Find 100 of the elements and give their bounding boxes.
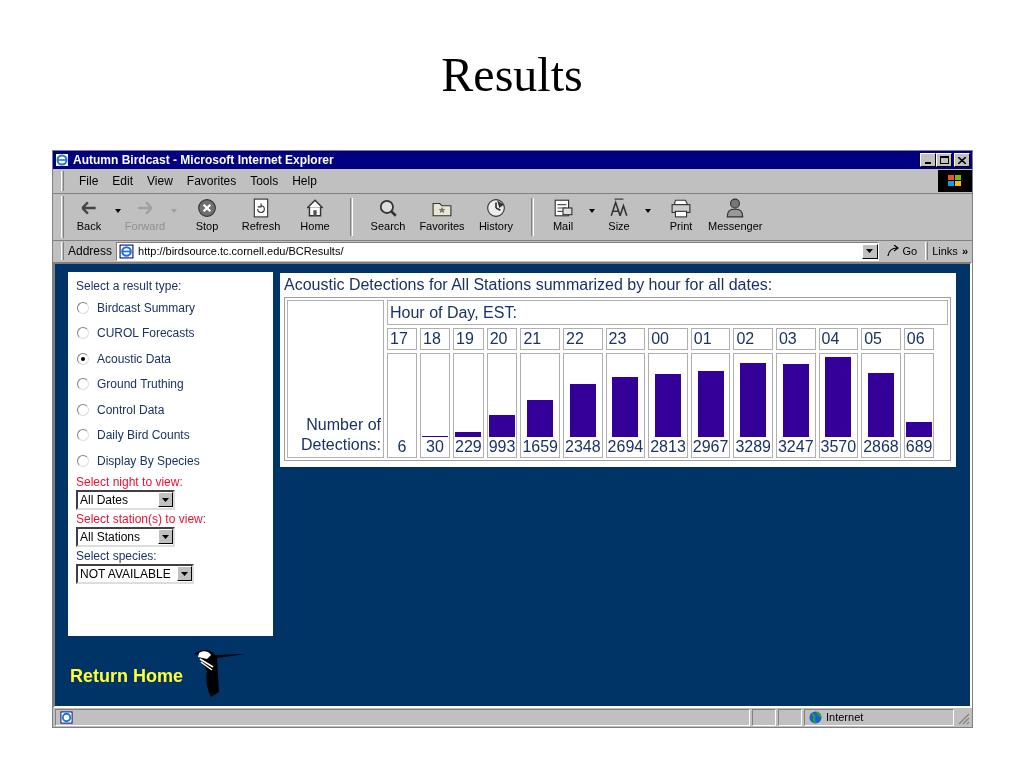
printer-icon xyxy=(671,198,691,219)
table-header: 02 xyxy=(733,328,773,351)
table-header: 17 xyxy=(387,328,417,351)
menu-item[interactable]: View xyxy=(140,171,180,190)
table-header: 04 xyxy=(818,328,859,351)
dropdown-field[interactable]: All Stations xyxy=(76,526,175,547)
radio-button[interactable] xyxy=(77,327,89,340)
favorites-button[interactable]: Favorites xyxy=(415,194,469,239)
minimize-button[interactable] xyxy=(920,153,936,167)
windows-logo-icon xyxy=(938,169,972,192)
count-label: 993 xyxy=(488,437,516,458)
count-label: 1659 xyxy=(522,437,558,458)
radio-button[interactable] xyxy=(77,378,89,391)
bar xyxy=(455,432,482,438)
count-label: 2813 xyxy=(650,437,686,458)
bar xyxy=(612,377,639,438)
table-header: Hour of Day, EST: xyxy=(390,302,517,323)
links-button[interactable]: Links » xyxy=(932,241,972,261)
size-button[interactable]: Size xyxy=(598,194,654,239)
caret-icon[interactable] xyxy=(115,208,121,213)
browser-icon xyxy=(55,153,69,167)
option-label[interactable]: Control Data xyxy=(97,400,165,419)
table-header: 05 xyxy=(861,328,901,351)
address-field[interactable]: http://birdsource.tc.cornell.edu/BCResults/ xyxy=(116,241,879,261)
refresh-button[interactable]: Refresh xyxy=(234,194,288,239)
sidebar-heading: Select a result type: xyxy=(76,278,183,296)
option-label[interactable]: Daily Bird Counts xyxy=(97,426,190,445)
search-icon xyxy=(378,198,398,219)
count-label: 30 xyxy=(426,437,444,458)
bar xyxy=(569,384,596,438)
option-label[interactable]: Birdcast Summary xyxy=(97,298,196,317)
count-label: 229 xyxy=(455,437,482,458)
option-label[interactable]: CUROL Forecasts xyxy=(97,324,195,343)
count-label: 689 xyxy=(905,437,933,458)
option-label[interactable]: Display By Species xyxy=(97,451,200,470)
table-header: 22 xyxy=(563,328,603,351)
table-header: 01 xyxy=(690,328,731,351)
table-header: 06 xyxy=(903,328,935,351)
arrow-icon xyxy=(886,245,901,258)
radio-button[interactable] xyxy=(77,301,89,314)
stop-icon xyxy=(197,198,217,219)
menu-item[interactable]: Tools xyxy=(243,171,286,190)
table-header: 23 xyxy=(605,328,646,351)
caret-icon[interactable] xyxy=(589,208,595,213)
stop-button[interactable]: Stop xyxy=(180,194,234,239)
globe-icon xyxy=(809,711,822,725)
select-label: Select night to view: xyxy=(76,474,184,490)
menu-item[interactable]: File xyxy=(72,171,106,190)
search-button[interactable]: Search xyxy=(361,194,415,239)
bar xyxy=(527,400,554,438)
close-button[interactable] xyxy=(954,153,970,167)
slide-title: Results xyxy=(441,51,583,99)
page-icon xyxy=(119,243,135,259)
person-icon xyxy=(725,198,746,219)
table-header: 19 xyxy=(453,328,484,351)
bar xyxy=(697,371,724,438)
dropdown-field[interactable]: NOT AVAILABLE xyxy=(76,563,194,584)
refresh-icon xyxy=(251,198,271,219)
home-button[interactable]: Home xyxy=(288,194,342,239)
maximize-button[interactable] xyxy=(936,153,952,167)
back-button[interactable]: Back xyxy=(68,194,124,239)
mail-button[interactable]: Mail xyxy=(542,194,598,239)
home-icon xyxy=(305,198,325,219)
window-title: Autumn Birdcast - Microsoft Internet Explorer xyxy=(73,152,335,169)
table-header: 20 xyxy=(486,328,518,351)
menu-item[interactable]: Edit xyxy=(105,171,141,190)
page-icon xyxy=(60,711,73,725)
radio-button[interactable] xyxy=(77,429,89,442)
count-label: 3289 xyxy=(735,437,771,458)
chart-title: Acoustic Detections for All Stations summarized by hour for all dates: xyxy=(284,275,774,296)
count-label: 3570 xyxy=(820,437,857,458)
count-label: 2967 xyxy=(692,437,729,458)
radio-button[interactable] xyxy=(77,403,89,416)
table-header: 21 xyxy=(520,328,560,351)
count-label: 2348 xyxy=(565,437,601,458)
menu-item[interactable]: Favorites xyxy=(179,171,244,190)
go-button[interactable]: Go xyxy=(882,241,922,261)
return-home-link[interactable]: Return Home xyxy=(70,662,183,690)
dropdown-field[interactable]: All Dates xyxy=(76,489,175,510)
table-header: 03 xyxy=(775,328,816,351)
option-label[interactable]: Ground Truthing xyxy=(97,375,184,394)
radio-button[interactable] xyxy=(77,352,89,365)
count-label: 6 xyxy=(397,437,407,458)
table-header: 18 xyxy=(420,328,450,351)
address-label: Address xyxy=(68,243,113,261)
count-label: 2694 xyxy=(607,437,644,458)
caret-icon[interactable] xyxy=(645,208,651,213)
select-label: Select station(s) to view: xyxy=(76,511,208,527)
radio-button[interactable] xyxy=(77,454,89,467)
history-button[interactable]: History xyxy=(469,194,523,239)
messenger-button[interactable]: Messenger xyxy=(708,194,763,239)
row-label: Number of Detections: xyxy=(299,415,381,456)
print-button[interactable]: Print xyxy=(654,194,708,239)
count-label: 2868 xyxy=(863,437,899,458)
mail-icon xyxy=(553,198,573,219)
close-icon xyxy=(958,156,966,164)
menu-item[interactable]: Help xyxy=(285,171,324,190)
clock-icon xyxy=(486,198,506,219)
font-size-icon xyxy=(609,198,629,219)
option-label[interactable]: Acoustic Data xyxy=(97,349,172,368)
